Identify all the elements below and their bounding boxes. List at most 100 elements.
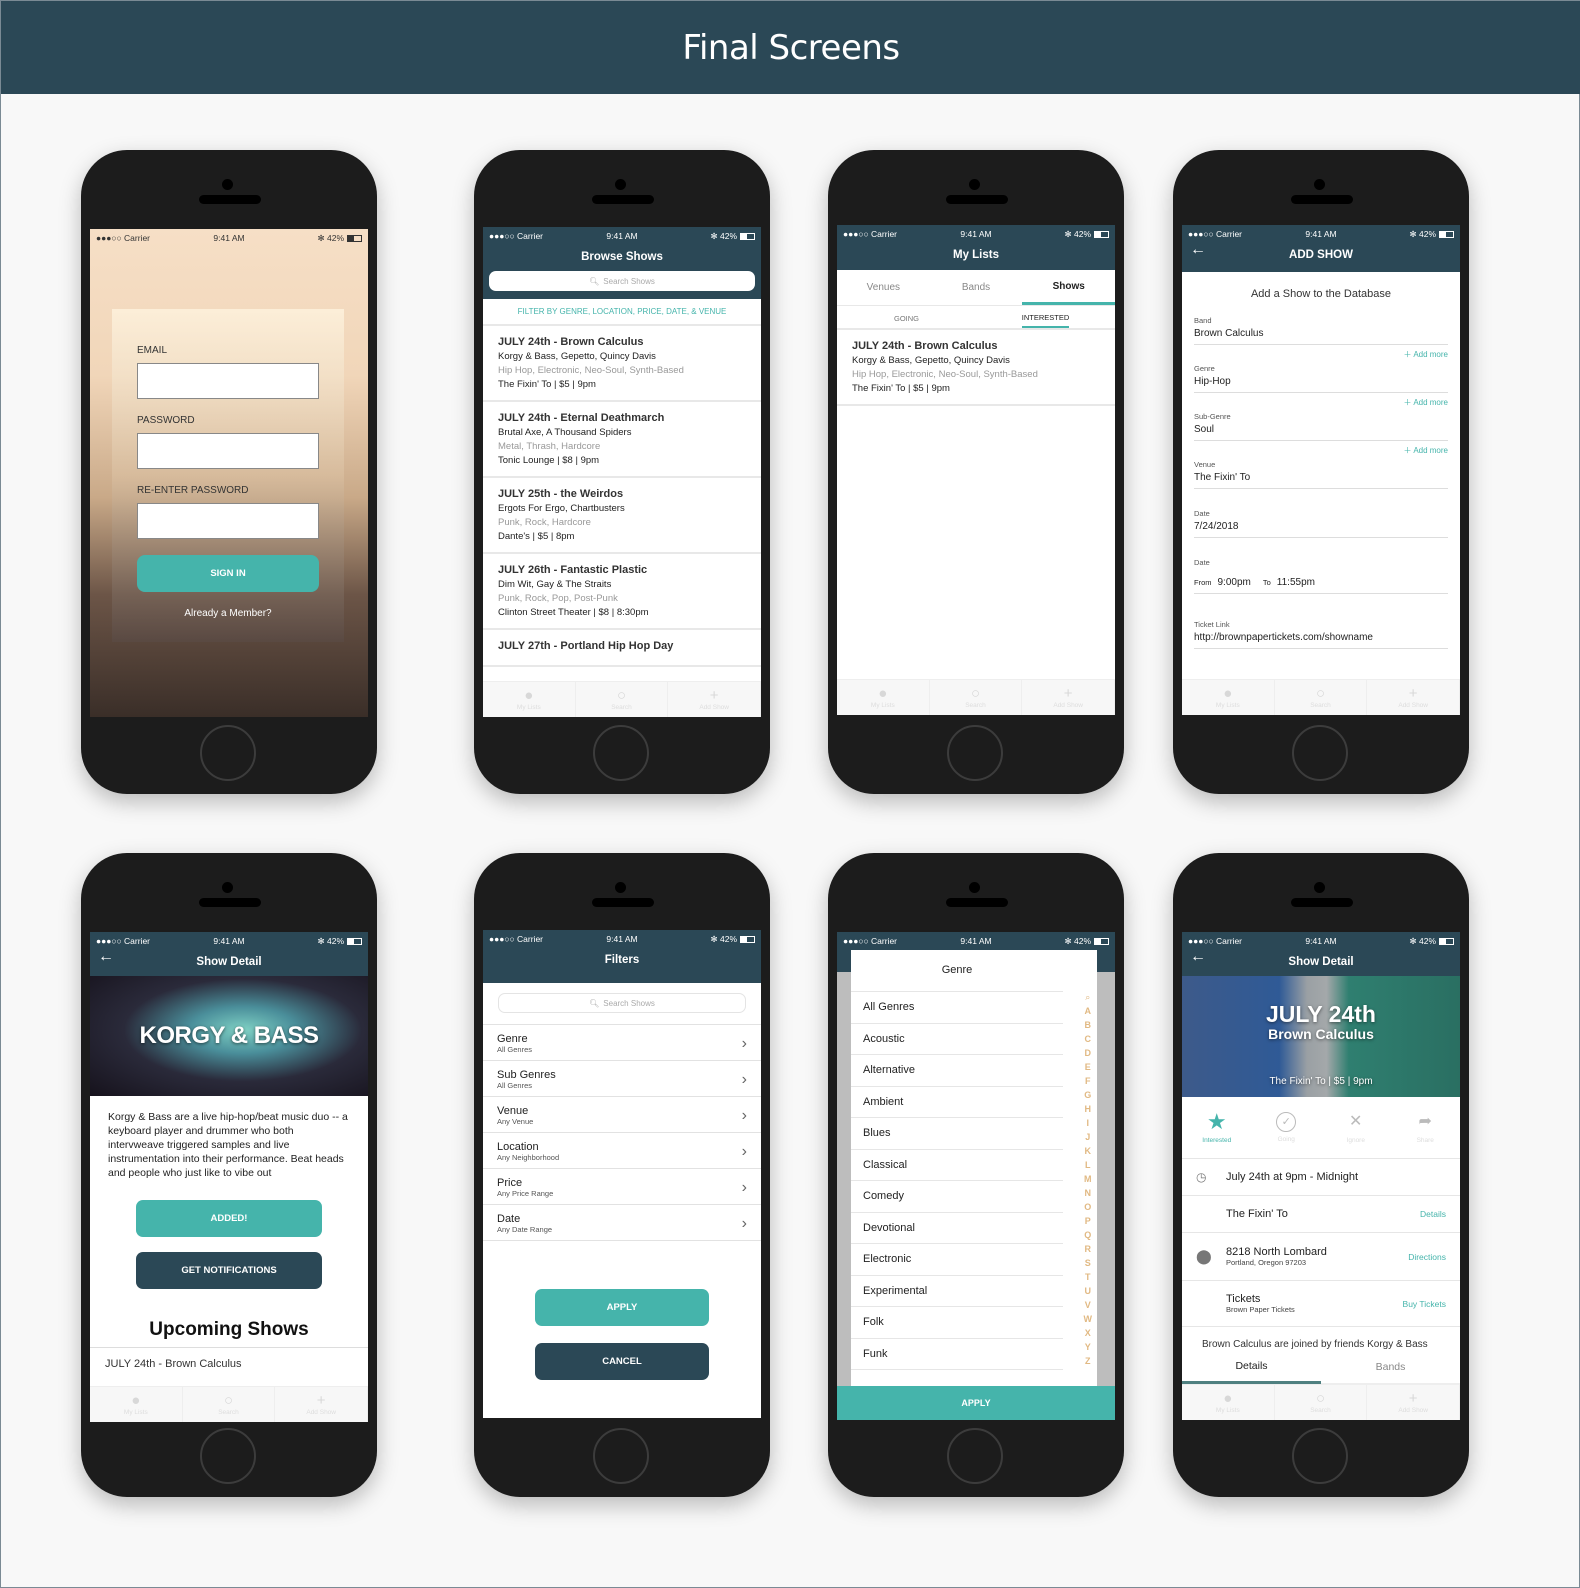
action-ignore[interactable]: ✕ Ignore	[1321, 1097, 1391, 1158]
tab-shows[interactable]: Shows	[1022, 270, 1115, 305]
index-letter[interactable]: R	[1085, 1242, 1092, 1256]
index-letter[interactable]: J	[1085, 1130, 1090, 1144]
index-letter[interactable]: U	[1085, 1284, 1092, 1298]
genre-option[interactable]: Devotional	[851, 1213, 1063, 1244]
genre-option[interactable]: Ambient	[851, 1087, 1063, 1118]
index-letter[interactable]: X	[1085, 1326, 1091, 1340]
home-button[interactable]	[200, 1428, 256, 1484]
directions-link[interactable]: Directions	[1408, 1252, 1446, 1262]
tab-search[interactable]: ○ Search	[1275, 680, 1368, 715]
genre-option[interactable]: Classical	[851, 1150, 1063, 1181]
index-letter[interactable]: M	[1084, 1172, 1092, 1186]
apply-button[interactable]: APPLY	[837, 1386, 1115, 1420]
index-letter[interactable]: C	[1085, 1032, 1092, 1046]
index-letter[interactable]: Q	[1084, 1228, 1091, 1242]
tab-my-lists[interactable]: ● My Lists	[1182, 1385, 1275, 1420]
tab-add-show[interactable]: + Add Show	[275, 1387, 368, 1422]
band-field[interactable]: Band Brown Calculus ＋ Add more	[1182, 316, 1460, 364]
tab-add-show[interactable]: + Add Show	[1367, 1385, 1460, 1420]
tab-search[interactable]: ○ Search	[930, 680, 1023, 715]
tab-search[interactable]: ○ Search	[576, 682, 669, 717]
tab-my-lists[interactable]: ● My Lists	[1182, 680, 1275, 715]
add-more-band-button[interactable]: ＋ Add more	[1194, 345, 1448, 364]
show-list-item[interactable]: JULY 24th - Eternal Deathmarch Brutal Axe…	[483, 402, 761, 478]
index-letter[interactable]: G	[1084, 1088, 1091, 1102]
home-button[interactable]	[947, 725, 1003, 781]
search-icon[interactable]: ⌕	[1085, 990, 1090, 1004]
index-letter[interactable]: Z	[1085, 1354, 1091, 1368]
genre-field[interactable]: Genre Hip-Hop ＋ Add more	[1182, 364, 1460, 412]
added-button[interactable]: ADDED!	[136, 1200, 322, 1237]
tab-my-lists[interactable]: ● My Lists	[483, 682, 576, 717]
index-letter[interactable]: A	[1085, 1004, 1092, 1018]
genre-option[interactable]: Alternative	[851, 1055, 1063, 1087]
back-arrow-icon[interactable]: ←	[98, 948, 114, 966]
tab-bands[interactable]: Bands	[1321, 1350, 1460, 1384]
home-button[interactable]	[593, 1428, 649, 1484]
index-letter[interactable]: N	[1085, 1186, 1092, 1200]
back-arrow-icon[interactable]: ←	[1190, 241, 1206, 259]
tab-venues[interactable]: Venues	[837, 270, 930, 305]
index-letter[interactable]: P	[1085, 1214, 1091, 1228]
to-time[interactable]: 11:55pm	[1277, 577, 1315, 588]
genre-option[interactable]: Experimental	[851, 1276, 1063, 1307]
genre-option[interactable]: All Genres	[851, 992, 1063, 1024]
search-input[interactable]: 🔍︎ Search Shows	[489, 271, 755, 291]
tab-my-lists[interactable]: ● My Lists	[837, 680, 930, 715]
email-input[interactable]	[137, 363, 319, 399]
time-field[interactable]: Date From 9:00pm To 11:55pm	[1182, 558, 1460, 594]
tab-search[interactable]: ○ Search	[1275, 1385, 1368, 1420]
venue-field[interactable]: Venue The Fixin' To	[1182, 460, 1460, 489]
action-going[interactable]: ✓ Going	[1252, 1097, 1322, 1158]
back-arrow-icon[interactable]: ←	[1190, 948, 1206, 966]
home-button[interactable]	[1292, 725, 1348, 781]
filter-link[interactable]: FILTER BY GENRE, LOCATION, PRICE, DATE, …	[483, 299, 761, 326]
venue-details-link[interactable]: Details	[1420, 1209, 1446, 1219]
ticket-link-field[interactable]: Ticket Link http://brownpapertickets.com/…	[1182, 620, 1460, 649]
sign-in-button[interactable]: SIGN IN	[137, 555, 319, 592]
filter-row-genre[interactable]: Genre All Genres ›	[483, 1025, 761, 1061]
filter-row-sub-genres[interactable]: Sub Genres All Genres ›	[483, 1061, 761, 1097]
tab-search[interactable]: ○ Search	[183, 1387, 276, 1422]
reenter-password-input[interactable]	[137, 503, 319, 539]
index-letter[interactable]: W	[1084, 1312, 1093, 1326]
show-list-item[interactable]: JULY 24th - Brown Calculus Korgy & Bass, …	[483, 326, 761, 402]
index-letter[interactable]: E	[1085, 1060, 1091, 1074]
index-letter[interactable]: L	[1085, 1158, 1091, 1172]
index-letter[interactable]: V	[1085, 1298, 1091, 1312]
cancel-button[interactable]: CANCEL	[535, 1343, 709, 1380]
home-button[interactable]	[1292, 1428, 1348, 1484]
add-more-subgenre-button[interactable]: ＋ Add more	[1194, 441, 1448, 460]
tab-add-show[interactable]: + Add Show	[668, 682, 761, 717]
home-button[interactable]	[947, 1428, 1003, 1484]
index-letter[interactable]: H	[1085, 1102, 1092, 1116]
index-letter[interactable]: T	[1085, 1270, 1091, 1284]
show-list-item[interactable]: JULY 27th - Portland Hip Hop Day	[483, 630, 761, 667]
tab-add-show[interactable]: + Add Show	[1367, 680, 1460, 715]
action-share[interactable]: ➦ Share	[1391, 1097, 1461, 1158]
filter-row-venue[interactable]: Venue Any Venue ›	[483, 1097, 761, 1133]
genre-option[interactable]: Folk	[851, 1307, 1063, 1339]
filter-row-date[interactable]: Date Any Date Range ›	[483, 1205, 761, 1241]
index-letter[interactable]: Y	[1085, 1340, 1091, 1354]
filter-row-location[interactable]: Location Any Neighborhood ›	[483, 1133, 761, 1169]
genre-option[interactable]: Funk	[851, 1339, 1063, 1370]
alphabet-index[interactable]: ⌕ A B C D E F G H I J K L M N O P Q R S T U V W X Y Z	[1084, 990, 1093, 1368]
genre-option[interactable]: Acoustic	[851, 1024, 1063, 1055]
subtab-going[interactable]: GOING	[894, 308, 919, 327]
index-letter[interactable]: F	[1085, 1074, 1091, 1088]
tab-my-lists[interactable]: ● My Lists	[90, 1387, 183, 1422]
show-list-item[interactable]: JULY 26th - Fantastic Plastic Dim Wit, Ga…	[483, 554, 761, 630]
index-letter[interactable]: B	[1085, 1018, 1092, 1032]
apply-button[interactable]: APPLY	[535, 1289, 709, 1326]
show-list-item[interactable]: JULY 24th - Brown Calculus Korgy & Bass, …	[837, 330, 1115, 406]
add-more-genre-button[interactable]: ＋ Add more	[1194, 393, 1448, 412]
genre-option[interactable]: Comedy	[851, 1181, 1063, 1213]
password-input[interactable]	[137, 433, 319, 469]
home-button[interactable]	[200, 725, 256, 781]
tab-bands[interactable]: Bands	[930, 270, 1023, 305]
subtab-interested[interactable]: INTERESTED	[1021, 307, 1070, 328]
upcoming-show-item[interactable]: JULY 24th - Brown Calculus	[90, 1348, 368, 1380]
tab-details[interactable]: Details	[1182, 1350, 1321, 1384]
genre-option[interactable]: Blues	[851, 1118, 1063, 1150]
